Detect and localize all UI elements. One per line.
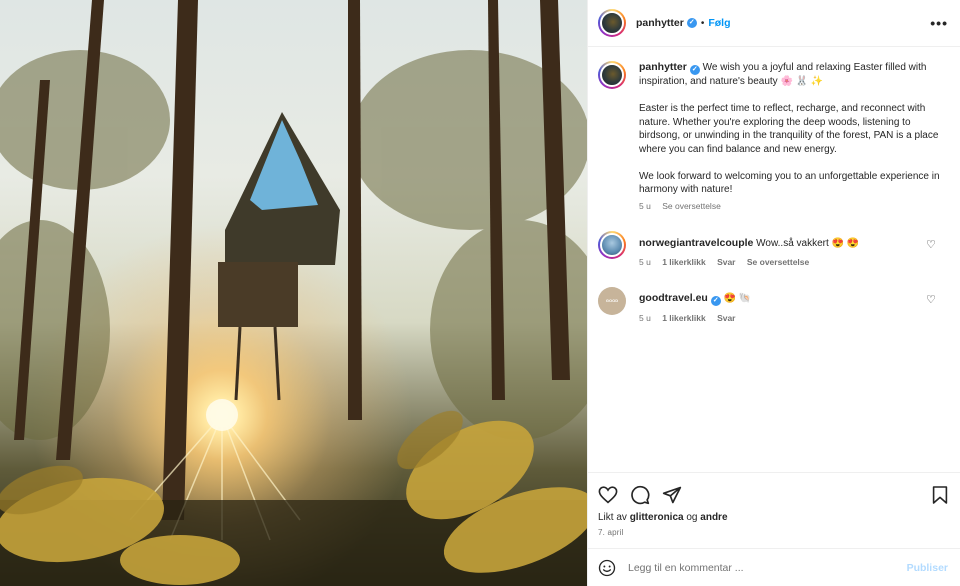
reply-button[interactable]: Svar bbox=[717, 257, 735, 267]
like-heart-icon[interactable] bbox=[598, 486, 618, 504]
translate-link[interactable]: Se oversettelse bbox=[747, 257, 809, 267]
liked-by-conj: og bbox=[686, 512, 698, 523]
post-header: panhytter ✓ • Følg ••• bbox=[588, 0, 960, 47]
goodtravel-logo: GOOD TRAVEL bbox=[598, 287, 626, 331]
caption-paragraph2: Easter is the perfect time to reflect, r… bbox=[639, 103, 939, 155]
like-comment-heart-icon[interactable]: ♡ bbox=[926, 295, 936, 306]
verified-icon: ✓ bbox=[689, 65, 700, 75]
caption: panhytter ✓ We wish you a joyful and rela… bbox=[598, 61, 948, 211]
verified-icon: ✓ bbox=[710, 296, 721, 306]
comment-time: 5 u bbox=[639, 313, 651, 323]
separator-dot: • bbox=[700, 17, 705, 29]
follow-button[interactable]: Følg bbox=[708, 17, 730, 29]
translate-link[interactable]: Se oversettelse bbox=[662, 201, 721, 211]
verified-icon: ✓ bbox=[686, 18, 697, 28]
comments-section: panhytter ✓ We wish you a joyful and rela… bbox=[588, 47, 960, 472]
post-date: 7. april bbox=[598, 528, 624, 537]
caption-meta: 5 u Se oversettelse bbox=[639, 201, 948, 211]
publish-button[interactable]: Publiser bbox=[907, 562, 948, 574]
author-username[interactable]: panhytter bbox=[636, 17, 684, 29]
comment-likes[interactable]: 1 likerklikk bbox=[662, 257, 705, 267]
commenter-username[interactable]: goodtravel.eu bbox=[639, 292, 708, 304]
liked-by: Likt av glitteronica og andre bbox=[598, 512, 948, 523]
caption-username[interactable]: panhytter bbox=[639, 61, 687, 73]
caption-paragraph3: We look forward to welcoming you to an u… bbox=[639, 170, 940, 196]
comment-item: norwegiantravelcouple Wow..så vakkert 😍 … bbox=[598, 230, 948, 267]
share-send-icon[interactable] bbox=[662, 485, 682, 505]
comment-icon[interactable] bbox=[630, 485, 650, 505]
caption-time: 5 u bbox=[639, 200, 651, 211]
like-comment-heart-icon[interactable]: ♡ bbox=[926, 239, 936, 250]
liked-by-user[interactable]: glitteronica bbox=[630, 512, 684, 523]
add-comment-bar: Publiser bbox=[588, 548, 960, 586]
commenter-avatar[interactable] bbox=[598, 230, 626, 259]
post-sidebar: panhytter ✓ • Følg ••• panhytter ✓ We wis… bbox=[587, 0, 960, 586]
commenter-avatar[interactable]: GOOD TRAVEL bbox=[598, 287, 626, 331]
comment-input[interactable] bbox=[628, 561, 907, 574]
liked-by-others[interactable]: andre bbox=[700, 512, 727, 523]
emoji-icon[interactable] bbox=[598, 559, 616, 577]
comment-item: GOOD TRAVEL goodtravel.eu ✓ 😍 🐚 5 u 1 lik… bbox=[598, 287, 948, 331]
author-avatar[interactable] bbox=[598, 9, 626, 37]
post-image[interactable] bbox=[0, 0, 587, 586]
comment-text: Wow..så vakkert 😍 😍 bbox=[756, 237, 860, 249]
comment-text: 😍 🐚 bbox=[723, 293, 752, 304]
commenter-username[interactable]: norwegiantravelcouple bbox=[639, 237, 753, 249]
bookmark-icon[interactable] bbox=[932, 485, 948, 505]
liked-by-prefix: Likt av bbox=[598, 512, 627, 523]
more-options-icon[interactable]: ••• bbox=[930, 15, 948, 31]
comment-likes[interactable]: 1 likerklikk bbox=[662, 313, 705, 323]
reply-button[interactable]: Svar bbox=[717, 313, 735, 323]
comment-time: 5 u bbox=[639, 257, 651, 267]
caption-avatar[interactable] bbox=[598, 61, 626, 89]
forest-scene bbox=[0, 0, 587, 586]
post-actions: Likt av glitteronica og andre 7. april bbox=[588, 472, 960, 552]
cabin bbox=[218, 112, 340, 401]
